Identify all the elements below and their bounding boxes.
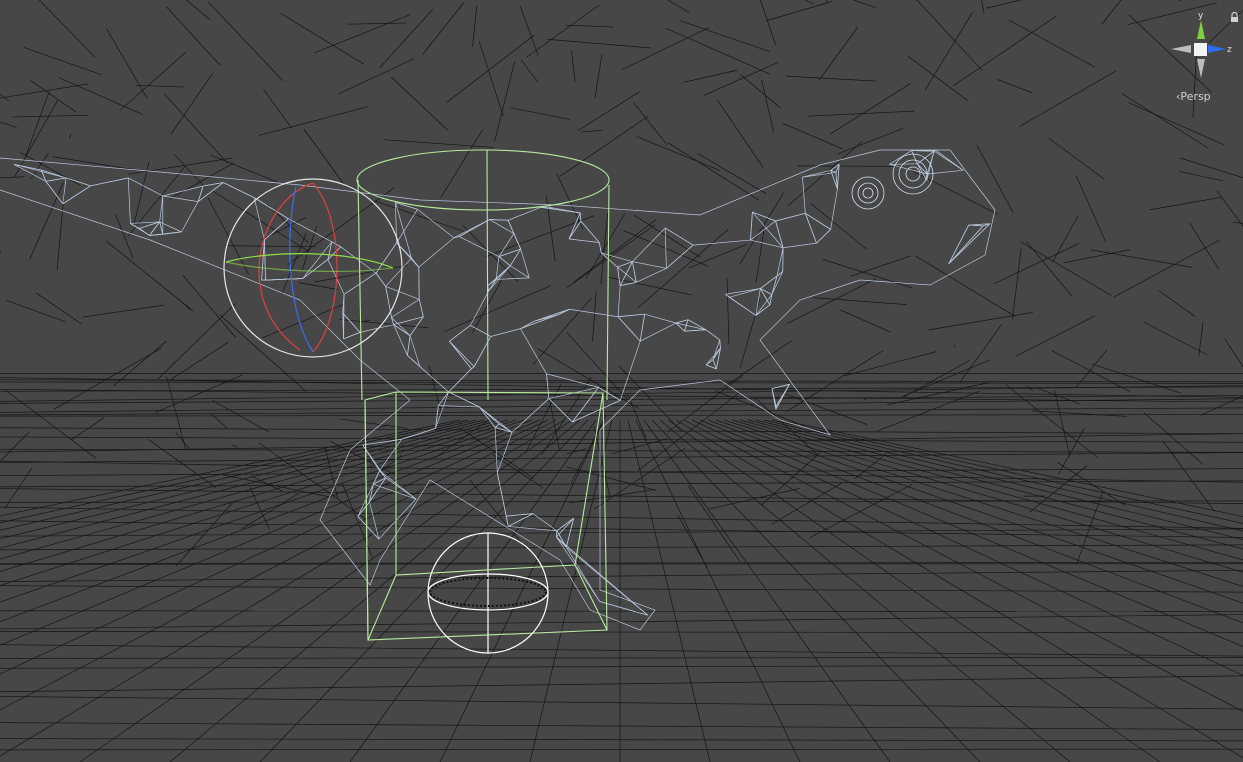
center-cube xyxy=(1194,43,1207,56)
terrain-wireframe xyxy=(0,0,1243,762)
x-axis-cone xyxy=(1171,45,1191,53)
z-axis-cone xyxy=(1208,45,1226,53)
y-axis-cone xyxy=(1197,20,1205,39)
y-axis-label: y xyxy=(1198,11,1204,21)
scene-viewport[interactable]: y z ‹Persp xyxy=(0,0,1243,762)
lock-icon[interactable] xyxy=(1230,8,1239,27)
box-collider[interactable] xyxy=(364,391,608,641)
orientation-gizmo[interactable]: y z ‹Persp xyxy=(1168,6,1243,106)
neg-y-axis-cone xyxy=(1197,59,1205,78)
z-axis-label: z xyxy=(1227,45,1232,55)
sphere-collider-tail[interactable] xyxy=(223,178,403,358)
projection-label: Persp xyxy=(1180,90,1211,103)
scene-canvas[interactable] xyxy=(0,0,1243,762)
projection-toggle[interactable]: ‹Persp xyxy=(1176,90,1211,103)
sphere-collider-foot[interactable] xyxy=(427,532,549,654)
dinosaur-wireframe[interactable] xyxy=(0,149,996,631)
